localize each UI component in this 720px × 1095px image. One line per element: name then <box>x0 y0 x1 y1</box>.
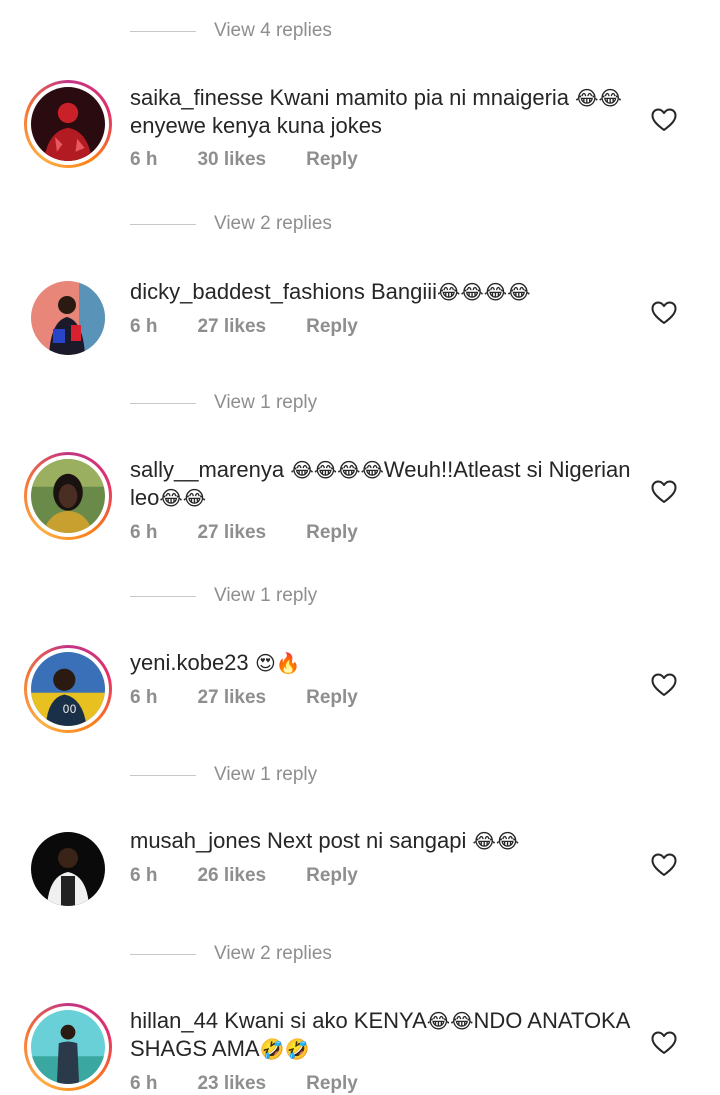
comment-username[interactable]: musah_jones <box>130 828 261 853</box>
comment-meta: 6 h 27 likes Reply <box>130 316 640 338</box>
comment-username[interactable]: yeni.kobe23 <box>130 650 249 675</box>
heart-icon[interactable] <box>651 108 677 132</box>
comment-username[interactable]: saika_finesse <box>130 85 263 110</box>
comment-text: yeni.kobe23 😍🔥 <box>130 649 640 677</box>
view-replies-label: View 2 replies <box>214 213 332 234</box>
comment-time: 6 h <box>130 316 158 337</box>
view-replies-link[interactable]: View 1 reply <box>130 581 317 611</box>
view-replies-label: View 2 replies <box>214 943 332 964</box>
avatar[interactable] <box>31 281 105 355</box>
comment-text: dicky_baddest_fashions Bangiii😂😂😂😂 <box>130 279 531 304</box>
comment-text: saika_finesse Kwani mamito pia ni mnaige… <box>130 85 622 138</box>
reply-button[interactable]: Reply <box>306 865 358 887</box>
view-replies-label: View 1 reply <box>214 585 318 606</box>
comment-meta: 6 h 27 likes Reply <box>130 522 640 544</box>
view-replies-link[interactable]: View 1 reply <box>130 388 317 418</box>
comment-username[interactable]: dicky_baddest_fashions <box>130 279 365 304</box>
view-replies-link[interactable]: View 2 replies <box>130 209 332 239</box>
heart-icon[interactable] <box>651 480 677 504</box>
divider-line <box>130 774 196 776</box>
comment-time: 6 h <box>130 865 158 886</box>
comment-text: musah_jones Next post ni sangapi 😂😂 <box>130 828 520 853</box>
comment-time: 6 h <box>130 149 158 170</box>
comment-meta: 6 h 23 likes Reply <box>130 1073 640 1095</box>
laughing-emoji: 😂😂 <box>472 829 520 853</box>
view-replies-link[interactable]: View 1 reply <box>130 760 317 790</box>
likes-count[interactable]: 27 likes <box>197 316 266 338</box>
laughing-emoji: 😂😂😂😂 <box>284 458 384 482</box>
view-replies-label: View 1 reply <box>214 764 318 785</box>
likes-count[interactable]: 23 likes <box>197 1073 266 1095</box>
laughing-emoji: 😂😂 <box>159 486 207 510</box>
divider-line <box>130 595 196 597</box>
svg-text:00: 00 <box>62 703 76 716</box>
likes-count[interactable]: 27 likes <box>197 687 266 709</box>
view-replies-label: View 1 reply <box>214 392 318 413</box>
reply-button[interactable]: Reply <box>306 522 358 544</box>
comment-text: hillan_44 Kwani si ako KENYA😂😂NDO ANATOK… <box>130 1008 630 1061</box>
avatar[interactable] <box>24 452 112 540</box>
avatar[interactable] <box>31 832 105 906</box>
heart-icon[interactable] <box>651 301 677 325</box>
heart-eyes-fire-emoji: 😍🔥 <box>248 651 301 675</box>
comment-time: 6 h <box>130 687 158 708</box>
divider-line <box>130 223 196 225</box>
reply-button[interactable]: Reply <box>306 687 358 709</box>
comment-username[interactable]: hillan_44 <box>130 1008 218 1033</box>
comment-text: sally__marenya 😂😂😂😂Weuh!!Atleast si Nige… <box>130 457 631 510</box>
heart-icon[interactable] <box>651 1031 677 1055</box>
laughing-emoji: 😂😂 <box>426 1009 474 1033</box>
view-replies-label: View 4 replies <box>214 20 332 41</box>
reply-button[interactable]: Reply <box>306 149 358 171</box>
comment-time: 6 h <box>130 1073 158 1094</box>
comment-meta: 6 h 30 likes Reply <box>130 149 640 171</box>
comment-time: 6 h <box>130 522 158 543</box>
laughing-emoji: 😂😂😂😂 <box>437 280 531 304</box>
reply-button[interactable]: Reply <box>306 1073 358 1095</box>
comment-meta: 6 h 27 likes Reply <box>130 687 640 709</box>
reply-button[interactable]: Reply <box>306 316 358 338</box>
likes-count[interactable]: 27 likes <box>197 522 266 544</box>
laughing-emoji: 😂😂 <box>575 86 622 110</box>
divider-line <box>130 953 196 955</box>
rofl-emoji: 🤣🤣 <box>259 1037 310 1061</box>
divider-line <box>130 402 196 404</box>
divider-line <box>130 30 196 32</box>
heart-icon[interactable] <box>651 673 677 697</box>
likes-count[interactable]: 30 likes <box>197 149 266 171</box>
avatar[interactable]: 00 <box>24 645 112 733</box>
avatar[interactable] <box>24 1003 112 1091</box>
comment-meta: 6 h 26 likes Reply <box>130 865 640 887</box>
view-replies-link[interactable]: View 2 replies <box>130 939 332 969</box>
view-replies-link[interactable]: View 4 replies <box>130 16 332 46</box>
avatar[interactable] <box>24 80 112 168</box>
likes-count[interactable]: 26 likes <box>197 865 266 887</box>
comment-username[interactable]: sally__marenya <box>130 457 284 482</box>
heart-icon[interactable] <box>651 853 677 877</box>
